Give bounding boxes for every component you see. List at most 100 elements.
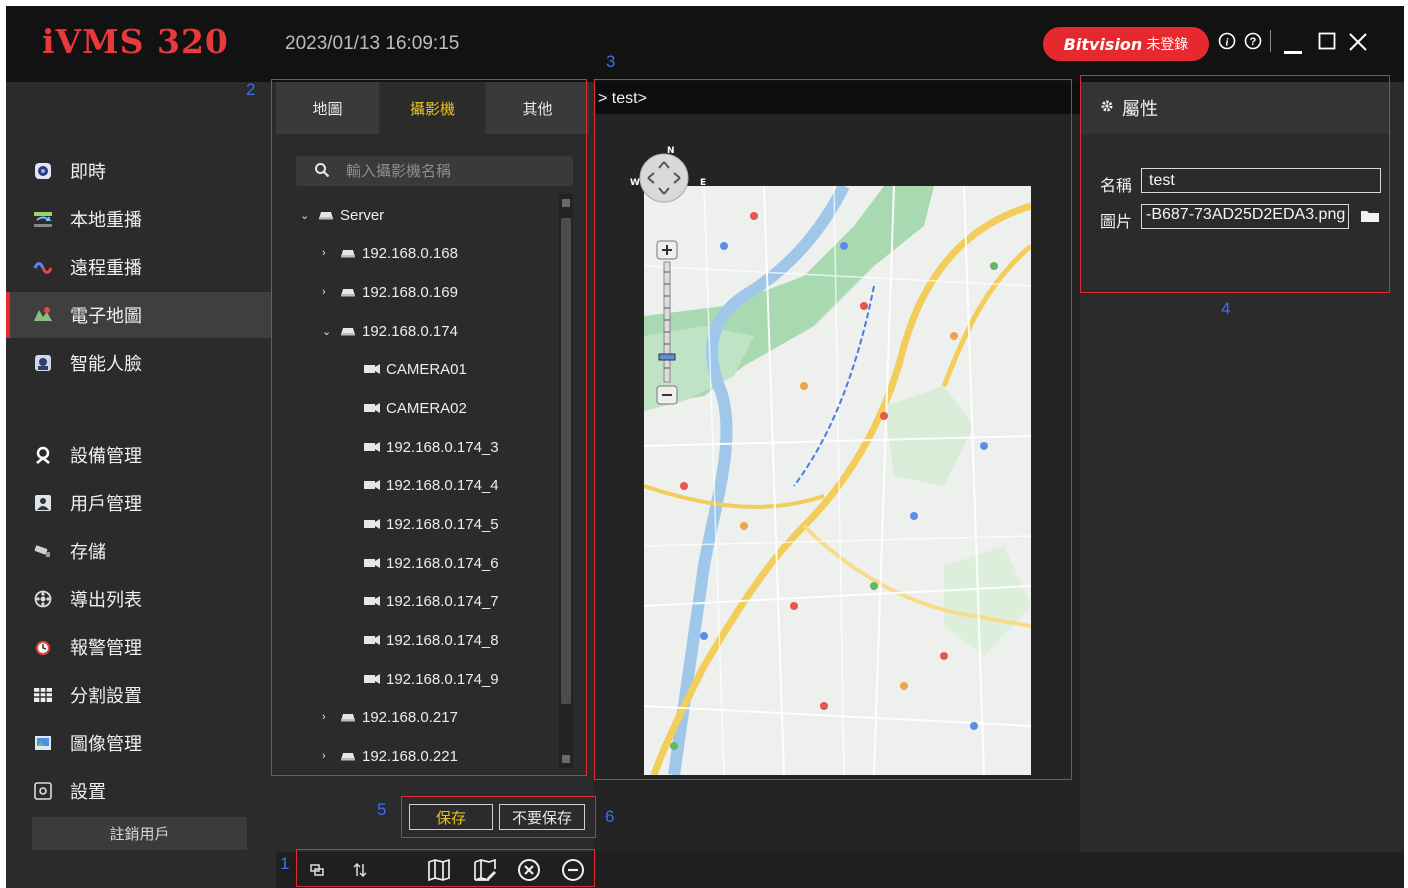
compass-pan-control[interactable]	[626, 148, 702, 204]
sidebar-item-live[interactable]: 即時	[6, 148, 272, 194]
camera-icon	[364, 442, 380, 452]
tab-other[interactable]: 其他	[486, 82, 589, 134]
tree-label: 192.168.0.174_5	[386, 515, 499, 533]
tree-server[interactable]: › 192.168.0.169	[322, 280, 458, 304]
svg-text:?: ?	[1250, 36, 1257, 48]
chevron-right-icon[interactable]: ›	[322, 711, 336, 723]
app-logo: iVMS 320	[42, 22, 229, 61]
scroll-thumb[interactable]	[561, 218, 571, 704]
map-image[interactable]	[644, 186, 1031, 775]
image-path-field[interactable]: -B687-73AD25D2EDA3.png	[1141, 204, 1349, 229]
tree-label: 192.168.0.169	[362, 283, 458, 301]
tree-label: 192.168.0.174_7	[386, 592, 499, 610]
map-add-icon[interactable]	[426, 857, 452, 883]
discard-button[interactable]: 不要保存	[499, 804, 585, 830]
scroll-down-button[interactable]	[562, 755, 570, 763]
tree-tabs: 地圖 攝影機 其他	[276, 82, 589, 134]
sort-icon[interactable]	[347, 857, 373, 883]
tab-map[interactable]: 地圖	[276, 82, 379, 134]
sidebar-item-label: 分割設置	[70, 686, 142, 707]
tree-label: 192.168.0.174_3	[386, 438, 499, 456]
tree-label: 192.168.0.217	[362, 708, 458, 726]
chevron-right-icon[interactable]: ›	[322, 286, 336, 298]
search-input[interactable]	[346, 160, 566, 182]
map-edit-icon[interactable]	[472, 857, 498, 883]
sidebar-item-face[interactable]: 智能人臉	[6, 340, 272, 386]
sidebar-item-label: 用戶管理	[70, 494, 142, 515]
tree-label: 192.168.0.168	[362, 244, 458, 262]
save-button[interactable]: 保存	[409, 804, 493, 830]
bottom-toolbar	[276, 852, 1404, 888]
sidebar-item-settings[interactable]: 設置	[6, 768, 272, 814]
delete-circle-icon[interactable]	[516, 857, 542, 883]
tree-camera[interactable]: 192.168.0.174_7	[364, 589, 499, 613]
chevron-down-icon[interactable]: ⌄	[322, 325, 336, 338]
tree-scrollbar[interactable]	[559, 194, 573, 768]
sidebar-item-image[interactable]: 圖像管理	[6, 720, 272, 766]
compass-west: W	[630, 178, 640, 188]
annotation-number-4: 4	[1221, 299, 1231, 318]
server-icon	[341, 250, 355, 258]
sidebar-item-remote-playback[interactable]: 遠程重播	[6, 244, 272, 290]
remove-circle-icon[interactable]	[560, 857, 586, 883]
sidebar-item-local-playback[interactable]: 本地重播	[6, 196, 272, 242]
close-icon[interactable]	[1348, 32, 1368, 57]
title-bar: iVMS 320 2023/01/13 16:09:15 Bitvision 未…	[6, 6, 1404, 82]
tree-server[interactable]: ⌄ 192.168.0.174	[322, 319, 458, 343]
chevron-down-icon[interactable]: ⌄	[300, 209, 314, 222]
annotation-number-1: 1	[280, 854, 290, 873]
sidebar-item-label: 報警管理	[70, 638, 142, 659]
tree-root[interactable]: ⌄ Server	[300, 203, 384, 227]
tree-camera[interactable]: 192.168.0.174_9	[364, 667, 499, 691]
server-icon	[319, 212, 333, 220]
help-icon[interactable]: ?	[1244, 32, 1262, 55]
camera-search-box	[296, 156, 573, 186]
annotation-number-2: 2	[246, 80, 256, 99]
compass-north: N	[667, 146, 675, 156]
sidebar-item-user[interactable]: 用戶管理	[6, 480, 272, 526]
name-field[interactable]	[1141, 168, 1381, 193]
logout-button[interactable]: 註銷用戶	[32, 817, 247, 850]
server-icon	[341, 289, 355, 297]
tree-server[interactable]: › 192.168.0.168	[322, 241, 458, 265]
camera-icon	[364, 635, 380, 645]
tree-camera[interactable]: CAMERA02	[364, 396, 467, 420]
info-icon[interactable]: i	[1218, 32, 1236, 55]
minimize-icon[interactable]	[1284, 40, 1302, 60]
sidebar-item-label: 電子地圖	[70, 306, 142, 327]
tree-label: CAMERA02	[386, 399, 467, 417]
folder-icon[interactable]	[1360, 208, 1380, 228]
tree-camera[interactable]: 192.168.0.174_4	[364, 473, 499, 497]
map-panel: > test> N W E	[594, 82, 1080, 852]
login-button[interactable]: Bitvision 未登錄	[1043, 27, 1209, 61]
window-layout-icon[interactable]	[304, 857, 330, 883]
sidebar-item-export[interactable]: 導出列表	[6, 576, 272, 622]
tree-camera[interactable]: 192.168.0.174_8	[364, 628, 499, 652]
sidebar-item-storage[interactable]: 存儲	[6, 528, 272, 574]
tree-label: 192.168.0.174_9	[386, 670, 499, 688]
sidebar-item-label: 即時	[70, 162, 106, 183]
chevron-right-icon[interactable]: ›	[322, 750, 336, 762]
maximize-icon[interactable]	[1318, 32, 1336, 55]
chevron-right-icon[interactable]: ›	[322, 247, 336, 259]
scroll-up-button[interactable]	[562, 199, 570, 207]
camera-icon	[364, 558, 380, 568]
camera-icon	[364, 403, 380, 413]
tree-camera[interactable]: 192.168.0.174_6	[364, 551, 499, 575]
sidebar-item-device[interactable]: 設備管理	[6, 432, 272, 478]
map-breadcrumb[interactable]: > test>	[594, 82, 1080, 114]
sidebar-item-alarm[interactable]: 報警管理	[6, 624, 272, 670]
tree-label: Server	[340, 206, 385, 224]
tree-camera[interactable]: 192.168.0.174_5	[364, 512, 499, 536]
tree-camera[interactable]: CAMERA01	[364, 357, 467, 381]
properties-title: 屬性	[1122, 99, 1158, 120]
search-icon	[314, 162, 332, 180]
tree-server[interactable]: › 192.168.0.217	[322, 705, 458, 729]
tab-camera[interactable]: 攝影機	[381, 82, 484, 134]
sidebar-item-split[interactable]: 分割設置	[6, 672, 272, 718]
sidebar-item-emap[interactable]: 電子地圖	[6, 292, 272, 338]
gear-icon	[1100, 99, 1114, 117]
zoom-slider[interactable]	[656, 240, 678, 408]
tree-camera[interactable]: 192.168.0.174_3	[364, 435, 499, 459]
tree-server[interactable]: › 192.168.0.221	[322, 744, 458, 768]
